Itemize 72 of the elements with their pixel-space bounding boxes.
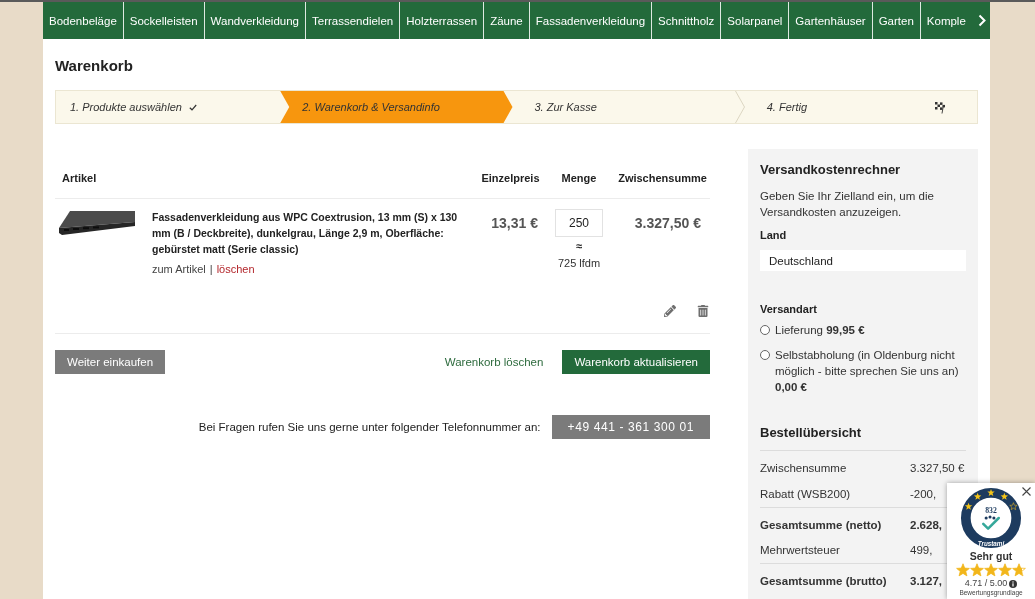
step-label: 3. Zur Kasse [534, 101, 597, 113]
summary-value: 3.127, [910, 574, 943, 588]
nav-link[interactable]: Gartenhäuser [789, 2, 873, 39]
product-name: Fassadenverkleidung aus WPC Coextrusion, 13 mm (S) x 130 mm (B / Deckbreite), dunkelgrau, Länge 2,9 m, Oberfläche: gebürstet matt (Serie classic) [152, 210, 459, 257]
info-icon[interactable] [1009, 579, 1018, 588]
view-product-link[interactable]: zum Artikel [152, 262, 206, 276]
country-field[interactable]: Deutschland [760, 250, 966, 271]
continue-shopping-button[interactable]: Weiter einkaufen [55, 350, 166, 374]
chevron-divider [734, 91, 745, 123]
shipping-calculator-title: Versandkostenrechner [760, 162, 902, 178]
summary-value: -200, [910, 487, 938, 501]
seal-ring-drawing [960, 487, 1022, 549]
step-label: 4. Fertig [766, 101, 808, 113]
nav-link[interactable]: Sockelleisten [123, 2, 205, 39]
nav-link[interactable]: Bodenbeläge [43, 2, 124, 39]
nav-link[interactable]: Terrassendielen [306, 2, 401, 39]
phone-prompt: Bei Fragen rufen Sie uns gerne unter folgender Telefonnummer an: [198, 421, 541, 433]
quantity-field[interactable]: 250 [555, 209, 603, 237]
clear-cart-link[interactable]: Warenkorb löschen [444, 356, 544, 368]
star-icon [956, 563, 970, 577]
phone-number-button[interactable]: +49 441 - 361 300 01 [551, 415, 710, 439]
nav-link[interactable]: Holzterrassen [400, 2, 485, 39]
nav-link[interactable]: Zäune [484, 2, 530, 39]
update-cart-button[interactable]: Warenkorb aktualisieren [562, 350, 710, 374]
nav-link[interactable]: Garten [872, 2, 921, 39]
star-icon [998, 563, 1012, 577]
column-header: Zwischensumme [618, 171, 707, 185]
star-icon [1012, 563, 1026, 577]
order-summary-title: Bestellübersicht [760, 425, 966, 451]
nav-link[interactable]: Komple [920, 2, 972, 39]
radio-button[interactable] [760, 325, 770, 335]
column-header: Artikel [62, 171, 97, 185]
step-label: 2. Warenkorb & Versandinfo [302, 101, 440, 113]
summary-value: 3.327,50 € [910, 461, 966, 475]
nav-link[interactable]: Schnittholz [652, 2, 722, 39]
summary-label: Mehrwertsteuer [760, 543, 841, 557]
shipping-option-label: Lieferung 99,95 € [775, 323, 865, 338]
summary-value: 2.628, [910, 518, 943, 532]
trash-icon[interactable] [697, 305, 709, 317]
subtotal-price: 3.327,50 € [634, 214, 701, 232]
length-text: 725 lfdm [557, 256, 601, 270]
star-icon [984, 563, 998, 577]
chevron-right-icon[interactable] [977, 14, 986, 27]
star-icon [970, 563, 984, 577]
review-count: 832 [985, 506, 997, 516]
summary-label: Gesamtsumme (brutto) [760, 574, 888, 588]
summary-value: 499, [910, 543, 934, 557]
nav-link[interactable]: Wandverkleidung [204, 2, 306, 39]
column-header: Einzelpreis [481, 171, 540, 185]
country-label: Land [760, 228, 788, 242]
rating-score: 4.71 / 5.00 [964, 578, 1008, 589]
shipping-method-label: Versandart [760, 302, 818, 316]
nav-link[interactable]: Solarpanel [721, 2, 790, 39]
summary-label: Rabatt (WSB200) [760, 487, 852, 501]
checkered-flag-icon [934, 100, 947, 114]
summary-label: Zwischensumme [760, 461, 848, 475]
approx-sign: ≈ [575, 240, 582, 252]
shipping-option-label: Selbstabholung (in Oldenburg nicht möglich - bitte sprechen Sie uns an) 0,00 € [775, 348, 960, 395]
close-icon[interactable] [1022, 487, 1031, 496]
page-title: Warenkorb [55, 57, 134, 75]
rating-verdict: Sehr gut [969, 550, 1013, 562]
people-check-icon [982, 515, 1000, 530]
step-label: 1. Produkte auswählen [70, 101, 182, 113]
radio-button[interactable] [760, 350, 770, 360]
link-separator: | [209, 262, 213, 276]
nav-link[interactable]: Fassadenverkleidung [529, 2, 653, 39]
remove-link[interactable]: löschen [216, 262, 255, 276]
shipping-description: Geben Sie Ihr Zielland ein, um die Versandkosten anzuzeigen. [760, 189, 935, 220]
column-header: Menge [561, 171, 597, 185]
summary-label: Gesamtsumme (netto) [760, 518, 883, 532]
pencil-icon[interactable] [664, 305, 676, 317]
unit-price: 13,31 € [491, 214, 538, 232]
